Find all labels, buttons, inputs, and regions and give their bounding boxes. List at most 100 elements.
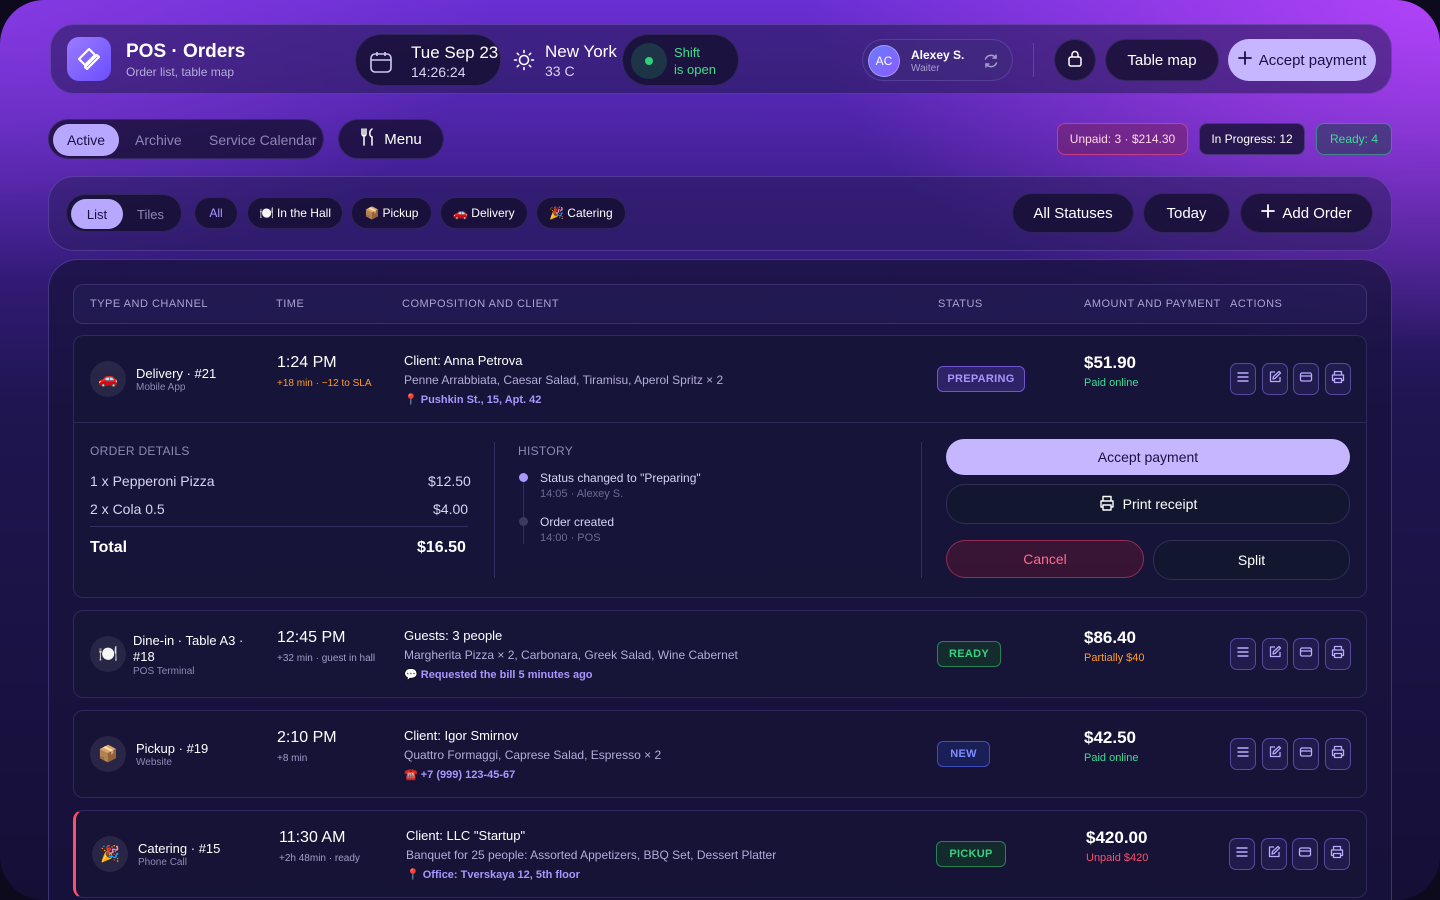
order-amount: $51.90 [1084,353,1136,372]
timeline-dot [519,517,528,526]
plus-icon [1261,204,1276,222]
printer-action-button[interactable] [1324,638,1351,670]
table-row[interactable]: 🎉 Catering · #15 Phone Call 11:30 AM +2h… [73,810,1367,898]
table-row[interactable]: 🚗 Delivery · #21 Mobile App 1:24 PM +18 … [73,335,1367,598]
lock-button[interactable] [1054,39,1096,81]
card-icon [1299,645,1313,664]
app-subtitle: Order list, table map [126,65,235,79]
printer-action-button[interactable] [1324,738,1351,770]
printer-icon [1331,645,1345,664]
order-details-label: ORDER DETAILS [90,444,190,458]
history-event: Order created [540,515,615,529]
weather-temp: 33 C [545,63,575,79]
list-action-button[interactable] [1230,638,1256,670]
detail-line-price: $12.50 [428,473,471,489]
in-progress-stat[interactable]: In Progress: 12 [1199,123,1305,155]
plate-icon: 🍽️ [259,206,274,220]
tab-active[interactable]: Active [53,124,119,156]
divider [74,422,1366,423]
accept-payment-button[interactable]: Accept payment [946,439,1350,475]
order-time: 2:10 PM [277,729,337,746]
edit-action-button[interactable] [1261,738,1288,770]
shift-status: Shift is open [622,34,739,86]
table-header: TYPE AND CHANNEL TIME COMPOSITION AND CL… [73,284,1367,324]
tab-service-calendar[interactable]: Service Calendar [209,124,316,156]
sun-icon [513,49,535,76]
current-date: Tue Sep 23 [411,43,499,62]
edit-icon [1268,645,1282,664]
card-action-button[interactable] [1293,638,1319,670]
date-filter-today[interactable]: Today [1143,193,1230,233]
filter-in-the-hall[interactable]: 🍽️ In the Hall [247,197,343,229]
col-status: STATUS [938,298,983,310]
order-channel: Delivery · #21 [136,366,217,381]
printer-action-button[interactable] [1323,838,1350,870]
app-logo-icon [67,37,111,81]
print-receipt-button[interactable]: Print receipt [946,484,1350,524]
list-icon [1236,645,1250,664]
party-icon: 🎉 [92,836,128,872]
switch-user-icon[interactable] [982,52,1000,75]
view-list[interactable]: List [71,199,123,229]
user-card[interactable]: AC Alexey S. Waiter [862,39,1013,81]
printer-action-button[interactable] [1324,363,1351,395]
printer-icon [1331,370,1345,389]
filter-pickup[interactable]: 📦 Pickup [351,197,432,229]
table-row[interactable]: 🍽️ Dine-in · Table A3 · #18 POS Terminal… [73,610,1367,698]
car-icon: 🚗 [453,206,469,220]
list-action-button[interactable] [1229,838,1255,870]
avatar: AC [868,45,900,77]
col-composition: COMPOSITION AND CLIENT [402,298,560,310]
detail-line-name: 2 x Cola 0.5 [90,501,165,517]
accept-payment-button[interactable]: Accept payment [1228,39,1376,81]
weather-city: New York [545,42,617,61]
view-tiles[interactable]: Tiles [137,199,164,229]
history-meta: 14:05 · Alexey S. [540,488,624,500]
order-client: Client: Igor Smirnov [404,728,519,743]
table-map-button[interactable]: Table map [1105,39,1219,81]
list-icon [1235,845,1249,864]
edit-icon [1268,370,1282,389]
col-time: TIME [276,298,305,310]
history-meta: 14:00 · POS [540,532,601,544]
order-time: 11:30 AM [279,829,346,846]
filter-delivery[interactable]: 🚗 Delivery [440,197,528,229]
split-button[interactable]: Split [1153,540,1350,580]
all-statuses-dropdown[interactable]: All Statuses [1012,193,1134,233]
list-action-button[interactable] [1230,738,1256,770]
printer-icon [1330,845,1344,864]
edit-action-button[interactable] [1261,363,1288,395]
list-icon [1236,370,1250,389]
ready-stat[interactable]: Ready: 4 [1316,123,1392,155]
order-source: Mobile App [136,382,186,393]
filter-catering[interactable]: 🎉 Catering [536,197,626,229]
card-action-button[interactable] [1293,738,1319,770]
order-address: 📍 Office: Tverskaya 12, 5th floor [406,869,580,881]
table-row[interactable]: 📦 Pickup · #19 Website 2:10 PM +8 min Cl… [73,710,1367,798]
unpaid-stat[interactable]: Unpaid: 3 · $214.30 [1057,123,1188,155]
list-action-button[interactable] [1230,363,1256,395]
timeline-dot [519,473,528,482]
card-icon [1299,370,1313,389]
order-time: 1:24 PM [277,354,337,371]
status-badge: PREPARING [937,366,1025,392]
payment-status: Unpaid $420 [1086,852,1149,864]
edit-action-button[interactable] [1261,638,1288,670]
order-channel: Pickup · #19 [136,741,209,756]
edit-action-button[interactable] [1260,838,1287,870]
order-phone: ☎️ +7 (999) 123-45-67 [404,769,516,781]
printer-icon [1331,745,1345,764]
order-client: Guests: 3 people [404,628,503,643]
card-action-button[interactable] [1293,363,1319,395]
menu-button[interactable]: Menu [338,119,444,159]
add-order-button[interactable]: Add Order [1240,193,1373,233]
order-note: 💬 Requested the bill 5 minutes ago [404,669,593,681]
card-action-button[interactable] [1292,838,1318,870]
filter-pickup-label: Pickup [382,206,419,220]
order-client: Client: LLC "Startup" [406,828,526,843]
tab-archive[interactable]: Archive [135,124,182,156]
total-amount: $16.50 [417,539,466,556]
filter-all[interactable]: All [194,197,238,229]
plate-icon: 🍽️ [90,636,126,672]
cancel-button[interactable]: Cancel [946,540,1144,578]
